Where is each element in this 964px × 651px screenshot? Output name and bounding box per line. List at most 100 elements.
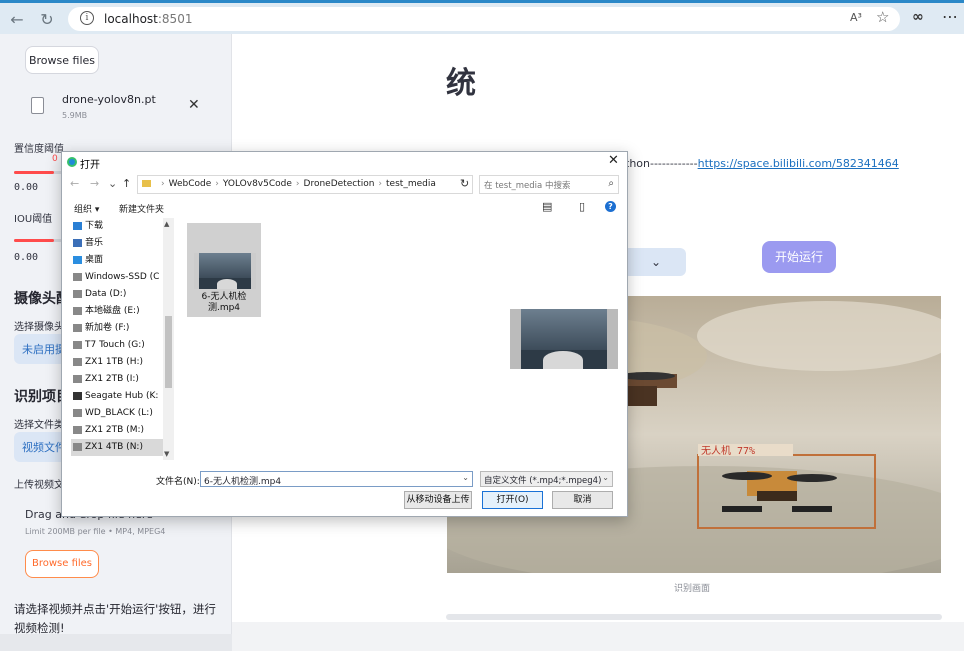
nav-forward-icon[interactable]: → [90,177,99,190]
scroll-up-icon[interactable]: ▲ [164,220,169,228]
tree-item[interactable]: WD_BLACK (L:) [71,405,174,422]
page-title: 统 [446,66,476,101]
desktop-icon [73,256,82,264]
iou-label: IOU阈值 [14,214,53,225]
remove-file-icon[interactable]: ✕ [188,97,200,113]
drive-icon [73,358,82,366]
preview-pane [510,309,618,369]
uploaded-file-name: drone-yolov8n.pt [62,93,156,106]
tree-scrollbar[interactable]: ▲ ▼ [163,218,174,460]
hint-text: 请选择视频并点击'开始运行'按钮，进行视频检测! [14,602,216,635]
model-select-dropdown[interactable]: ⌄ [626,248,686,276]
dialog-search-input[interactable]: 在 test_media 中搜索 ⌕ [479,175,619,194]
chevron-down-icon[interactable]: ⌄ [602,473,609,482]
browse-files-button-model[interactable]: Browse files [25,46,99,74]
path-part[interactable]: YOLOv8v5Code [223,179,292,189]
drive-icon [73,375,82,383]
uploaded-file-size: 5.9MB [62,111,88,120]
confidence-min: 0.00 [14,182,39,193]
upload-from-mobile-button[interactable]: 从移动设备上传 [404,491,472,509]
camera-select-label: 选择摄像头 [14,322,64,333]
tree-item[interactable]: 本地磁盘 (E:) [71,303,174,320]
info-icon[interactable]: i [80,11,94,25]
filter-value: 自定义文件 (*.mp4;*.mpeg4) [484,476,602,486]
back-icon[interactable]: ← [6,9,28,31]
confidence-slider-fill [14,171,54,174]
drive-icon [73,341,82,349]
drive-icon [73,409,82,417]
download-icon [73,222,82,230]
refresh-icon[interactable]: ↻ [460,177,469,190]
open-button[interactable]: 打开(O) [482,491,543,509]
bottom-footer [232,622,964,651]
read-aloud-icon[interactable]: A³ [850,11,862,24]
filename-label: 文件名(N): [156,477,200,487]
organize-menu[interactable]: 组织 ▾ [74,202,99,215]
help-icon[interactable]: ? [605,201,616,212]
author-info: thon------------https://space.bilibili.c… [625,157,899,170]
file-type-filter[interactable]: 自定义文件 (*.mp4;*.mpeg4) ⌄ [480,471,613,487]
upload-limit-text: Limit 200MB per file • MP4, MPEG4 [25,527,166,536]
nav-history-icon[interactable]: ⌄ [108,177,117,190]
file-item-name: 6-无人机检测.mp4 [201,292,247,313]
dialog-address-bar[interactable]: › WebCode › YOLOv8v5Code › DroneDetection › tes… [137,175,473,194]
search-icon: ⌕ [608,178,614,189]
author-link[interactable]: https://space.bilibili.com/582341464 [698,157,899,170]
drive-icon [73,273,82,281]
sidebar-footer [0,634,232,651]
path-part[interactable]: test_media [386,179,436,189]
drive-icon [73,392,82,400]
browse-files-button-video[interactable]: Browse files [25,550,99,578]
tree-item[interactable]: Seagate Hub (K: [71,388,174,405]
folder-icon [142,180,151,187]
favorite-icon[interactable]: ☆ [876,8,889,26]
view-icon[interactable]: ▤ [542,200,552,213]
extensions-icon[interactable]: ∞ [912,9,924,25]
path-part[interactable]: DroneDetection [304,179,375,189]
cancel-button[interactable]: 取消 [552,491,613,509]
tree-item[interactable]: ZX1 2TB (I:) [71,371,174,388]
confidence-value: 0 [52,154,58,164]
url-port: :8501 [157,12,193,26]
frame-caption: 识别画面 [674,584,711,594]
filename-value: 6-无人机检测.mp4 [204,477,282,487]
progress-bar [446,614,942,620]
drive-icon [73,290,82,298]
tree-item[interactable]: T7 Touch (G:) [71,337,174,354]
drive-icon [73,324,82,332]
new-folder-button[interactable]: 新建文件夹 [119,202,164,215]
drive-icon [73,443,82,451]
browser-toolbar: ← ↻ i localhost:8501 A³ ☆ ∞ ⋯ [0,0,964,34]
file-item-selected[interactable]: 6-无人机检测.mp4 [187,223,261,317]
tree-item-selected[interactable]: ZX1 4TB (N:) [71,439,174,456]
nav-back-icon[interactable]: ← [70,177,79,190]
dialog-close-icon[interactable]: ✕ [608,153,619,168]
scroll-down-icon[interactable]: ▼ [164,450,169,458]
filename-input[interactable]: 6-无人机检测.mp4 ⌄ [200,471,473,487]
url-text[interactable]: localhost:8501 [104,12,192,26]
tree-item[interactable]: Windows-SSD (C [71,269,174,286]
file-icon [31,97,44,114]
preview-pane-icon[interactable]: ▯ [579,200,585,213]
confidence-label: 置信度阈值 [14,144,64,155]
tree-item[interactable]: 音乐 [71,235,174,252]
file-open-dialog: 打开 ✕ ← → ⌄ ↑ › WebCode › YOLOv8v5Code › Drone… [61,151,628,517]
search-placeholder: 在 test_media 中搜索 [484,181,571,191]
author-text: thon------------ [625,157,698,170]
tree-item[interactable]: 新加卷 (F:) [71,320,174,337]
menu-icon[interactable]: ⋯ [942,7,958,26]
nav-up-icon[interactable]: ↑ [122,177,131,190]
address-bar[interactable]: i localhost:8501 A³ ☆ [68,7,900,31]
tree-item[interactable]: ZX1 1TB (H:) [71,354,174,371]
scroll-thumb[interactable] [165,316,172,388]
tree-item[interactable]: 桌面 [71,252,174,269]
tree-item[interactable]: ZX1 2TB (M:) [71,422,174,439]
path-part[interactable]: WebCode [169,179,212,189]
tree-item[interactable]: 下载 [71,218,174,235]
reload-icon[interactable]: ↻ [36,9,58,31]
chevron-down-icon[interactable]: ⌄ [462,473,469,482]
iou-min: 0.00 [14,252,39,263]
run-button[interactable]: 开始运行 [762,241,836,273]
tree-item[interactable]: Data (D:) [71,286,174,303]
detection-label: 无人机 77% [701,444,755,457]
